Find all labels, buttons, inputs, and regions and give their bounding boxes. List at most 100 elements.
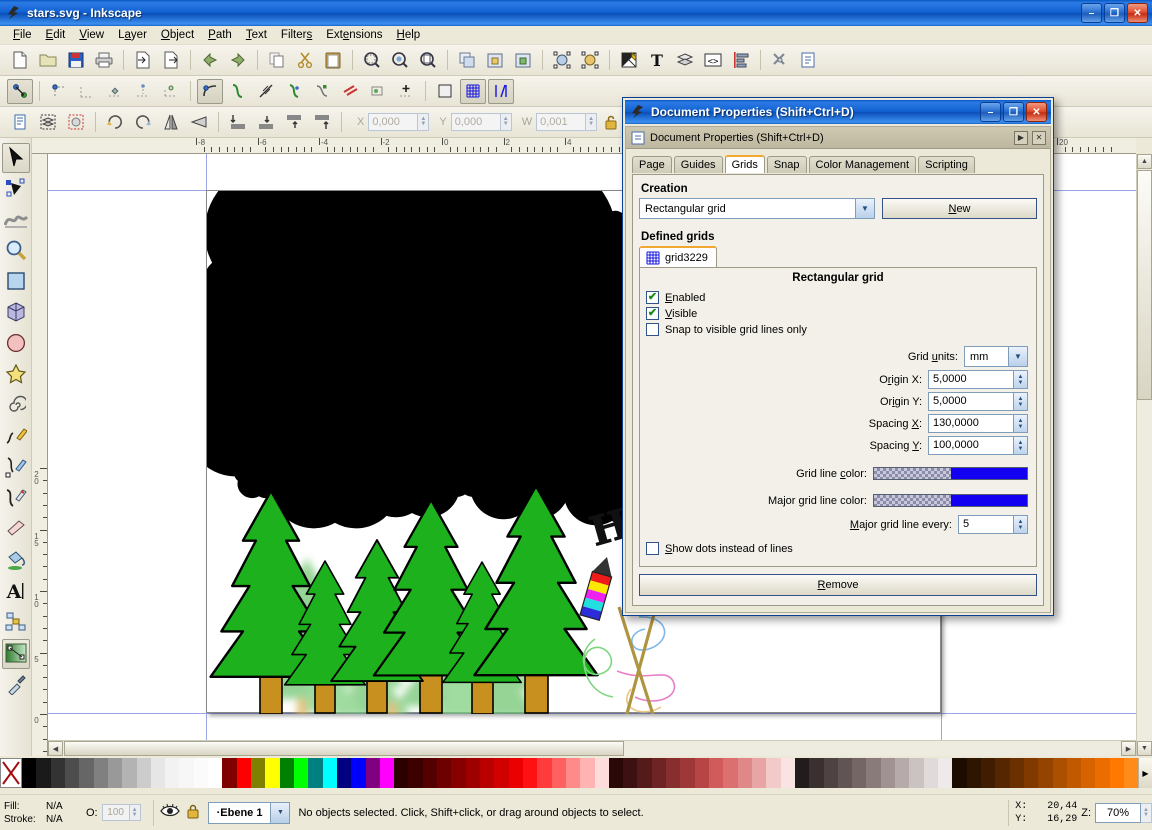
color-palette[interactable]: ▶ [0, 758, 1152, 788]
x-input[interactable] [368, 113, 419, 131]
canvas-horizontal-scrollbar[interactable]: ◀ ▶ [48, 740, 1136, 756]
vertical-scroll-thumb[interactable] [1137, 170, 1152, 400]
palette-swatch[interactable] [966, 758, 981, 788]
origin-x-input[interactable]: 5,0000 [928, 370, 1014, 389]
palette-swatch[interactable] [437, 758, 452, 788]
origin-x-spinner[interactable]: ▲ ▼ [1014, 370, 1028, 389]
palette-swatch[interactable] [837, 758, 853, 788]
export-icon[interactable] [158, 48, 184, 73]
eraser-tool[interactable] [2, 515, 30, 545]
palette-swatch[interactable] [952, 758, 967, 788]
window-minimize-button[interactable]: – [1081, 3, 1102, 23]
palette-swatch[interactable] [852, 758, 867, 788]
copy-icon[interactable] [264, 48, 290, 73]
rectangle-tool[interactable] [2, 267, 30, 297]
scroll-up-button[interactable]: ▲ [1137, 154, 1152, 169]
rotate-ccw-icon[interactable] [102, 110, 128, 135]
palette-swatch[interactable] [265, 758, 280, 788]
node-cusp-icon[interactable] [197, 78, 223, 104]
palette-swatch[interactable] [709, 758, 724, 788]
menu-edit[interactable]: Edit [39, 27, 73, 43]
palette-swatch[interactable] [365, 758, 380, 788]
palette-swatch[interactable] [580, 758, 595, 788]
text-dialog-icon[interactable]: T [644, 48, 670, 73]
grid-units-select[interactable]: mm ▼ [964, 346, 1028, 367]
palette-swatch[interactable] [379, 758, 395, 788]
lower-icon[interactable] [253, 110, 279, 135]
dialog-minimize-button[interactable]: – [980, 102, 1001, 122]
y-input[interactable] [450, 113, 501, 131]
none-color-swatch[interactable] [0, 758, 22, 788]
palette-swatch[interactable] [64, 758, 80, 788]
palette-swatch[interactable] [465, 758, 480, 788]
palette-swatch[interactable] [751, 758, 767, 788]
palette-swatch[interactable] [150, 758, 166, 788]
gradient-tool[interactable] [2, 639, 30, 669]
rotate-cw-icon[interactable] [130, 110, 156, 135]
preferences-icon[interactable] [767, 48, 793, 73]
snap-visible-checkbox-row[interactable]: Snap to visible grid lines only [646, 323, 1036, 336]
select-all-layers-icon[interactable] [35, 110, 61, 135]
palette-swatches[interactable] [22, 758, 1139, 788]
flip-vertical-icon[interactable] [186, 110, 212, 135]
spacing-x-spinner[interactable]: ▲ ▼ [1014, 414, 1028, 433]
dock-float-button[interactable]: ▶ [1014, 130, 1028, 145]
palette-swatch[interactable] [179, 758, 194, 788]
segment-curve-icon[interactable] [337, 79, 363, 104]
palette-swatch[interactable] [222, 758, 237, 788]
palette-swatch[interactable] [1081, 758, 1096, 788]
tab-color-management[interactable]: Color Management [808, 156, 917, 173]
palette-swatch[interactable] [651, 758, 667, 788]
palette-swatch[interactable] [93, 758, 108, 788]
dialog-close-button[interactable]: ✕ [1026, 102, 1047, 122]
scroll-left-button[interactable]: ◀ [48, 741, 63, 756]
menu-help[interactable]: Help [390, 27, 428, 43]
palette-swatch[interactable] [1124, 758, 1139, 788]
palette-swatch[interactable] [1038, 758, 1053, 788]
menu-filters[interactable]: Filters [274, 27, 319, 43]
major-grid-line-color-swatch[interactable] [873, 494, 1028, 507]
calligraphy-tool[interactable] [2, 484, 30, 514]
w-input[interactable] [536, 113, 587, 131]
tweak-tool[interactable] [2, 205, 30, 235]
eye-icon[interactable] [159, 803, 180, 822]
palette-swatch[interactable] [451, 758, 466, 788]
palette-swatch[interactable] [537, 758, 552, 788]
x-spinner[interactable]: ▲ ▼ [418, 113, 430, 131]
palette-swatch[interactable] [766, 758, 781, 788]
major-every-input[interactable]: 5 [958, 515, 1014, 534]
palette-swatch[interactable] [594, 758, 609, 788]
origin-y-input[interactable]: 5,0000 [928, 392, 1014, 411]
show-handles-icon[interactable] [488, 78, 514, 104]
insert-node-icon[interactable] [46, 79, 72, 104]
stroke-to-path-icon[interactable] [577, 48, 603, 73]
visible-checkbox-row[interactable]: ✔ Visible [646, 307, 1036, 320]
palette-swatch[interactable] [723, 758, 738, 788]
ungroup-icon[interactable] [510, 48, 536, 73]
selector-tool[interactable] [2, 143, 30, 173]
chevron-down-icon[interactable]: ▼ [855, 199, 874, 218]
add-node-icon[interactable] [393, 79, 419, 104]
delete-node-icon[interactable] [74, 79, 100, 104]
scroll-right-button[interactable]: ▶ [1121, 741, 1136, 756]
palette-swatch[interactable] [394, 758, 409, 788]
layer-selector[interactable]: ·Ebene 1 ▼ [207, 801, 291, 824]
deselect-icon[interactable] [63, 110, 89, 135]
palette-swatch[interactable] [122, 758, 137, 788]
node-auto-icon[interactable] [281, 79, 307, 104]
palette-swatch[interactable] [136, 758, 151, 788]
palette-swatch[interactable] [666, 758, 681, 788]
chevron-down-icon[interactable]: ▼ [270, 802, 290, 823]
paste-icon[interactable] [320, 48, 346, 73]
palette-swatch[interactable] [694, 758, 709, 788]
palette-swatch[interactable] [351, 758, 366, 788]
menu-file[interactable]: File [6, 27, 39, 43]
node-symmetric-icon[interactable] [253, 79, 279, 104]
star-tool[interactable] [2, 360, 30, 390]
xml-editor-icon[interactable]: <> [700, 48, 726, 73]
palette-swatch[interactable] [422, 758, 438, 788]
layer-lock-icon[interactable] [186, 803, 200, 822]
y-spinner[interactable]: ▲ ▼ [500, 113, 512, 131]
remove-grid-button[interactable]: Remove [639, 574, 1037, 596]
palette-swatch[interactable] [1095, 758, 1110, 788]
